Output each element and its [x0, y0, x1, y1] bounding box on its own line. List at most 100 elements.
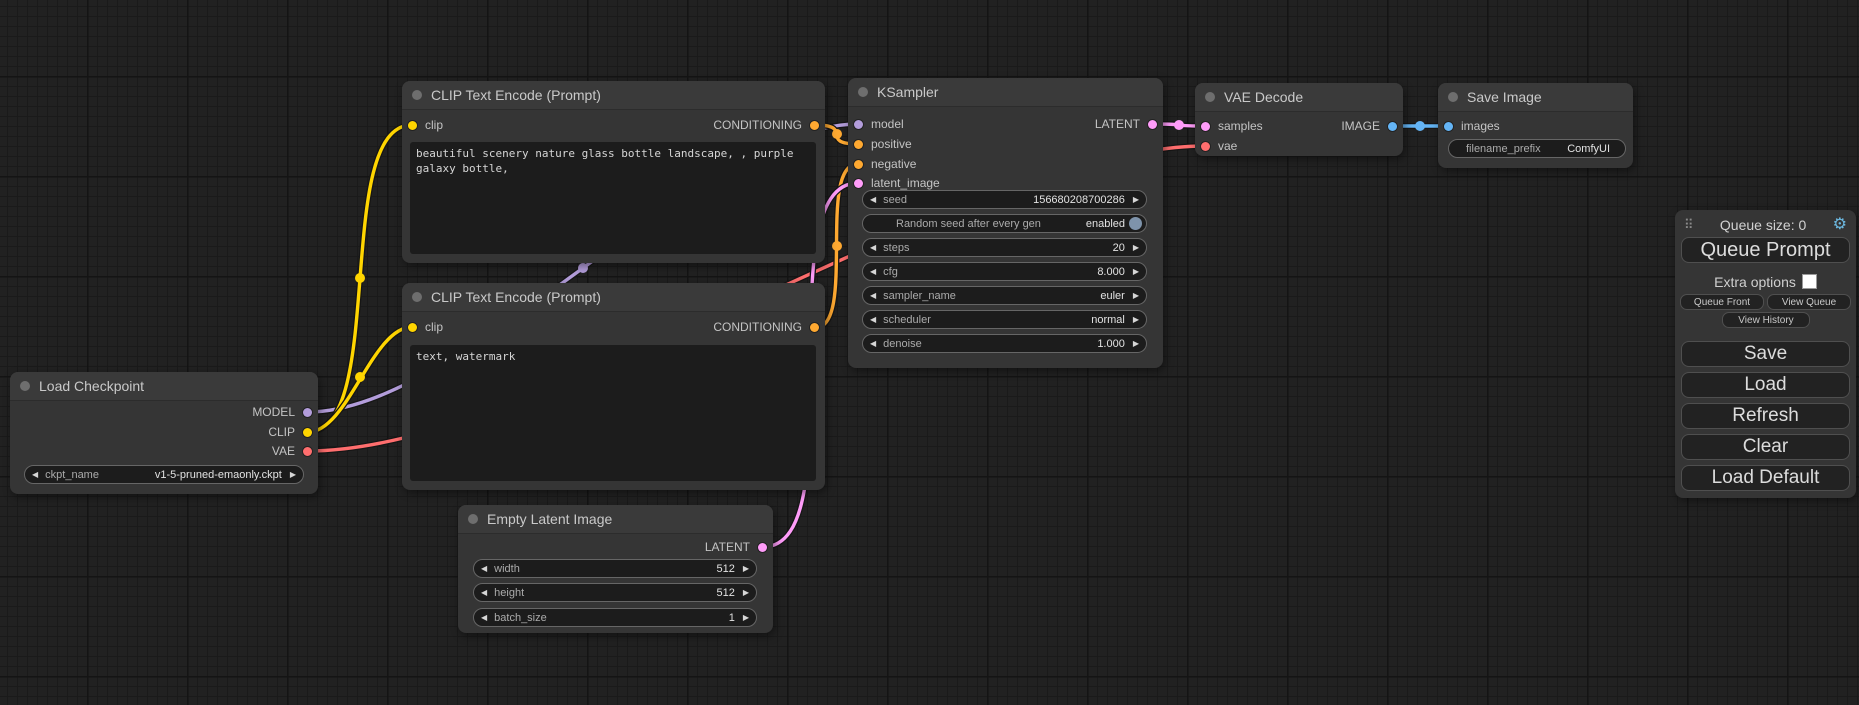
queue-front-button[interactable]: Queue Front	[1680, 294, 1764, 310]
increment-icon[interactable]: ▶	[1133, 316, 1139, 324]
node-clip-text-encode-negative[interactable]: CLIP Text Encode (Prompt) clip CONDITION…	[402, 283, 825, 490]
increment-icon[interactable]: ▶	[290, 471, 296, 479]
node-title-bar[interactable]: CLIP Text Encode (Prompt)	[402, 81, 825, 110]
node-save-image[interactable]: Save Image images filename_prefix ComfyU…	[1438, 83, 1633, 168]
conditioning-port-icon[interactable]	[810, 121, 819, 130]
latent-port-icon[interactable]	[758, 543, 767, 552]
cfg-widget[interactable]: ◀ cfg 8.000 ▶	[862, 262, 1147, 281]
batch-size-widget[interactable]: ◀ batch_size 1 ▶	[473, 608, 757, 627]
node-title-bar[interactable]: CLIP Text Encode (Prompt)	[402, 283, 825, 312]
input-clip[interactable]: clip	[408, 317, 443, 337]
random-seed-widget[interactable]: Random seed after every gen enabled	[862, 214, 1147, 233]
decrement-icon[interactable]: ◀	[870, 340, 876, 348]
decrement-icon[interactable]: ◀	[481, 565, 487, 573]
node-title-bar[interactable]: Save Image	[1438, 83, 1633, 112]
drag-handle-icon[interactable]: ⠿	[1684, 217, 1694, 233]
settings-gear-icon[interactable]: ⚙	[1833, 217, 1847, 233]
input-vae[interactable]: vae	[1201, 136, 1237, 156]
collapse-dot-icon[interactable]	[412, 90, 422, 100]
steps-widget[interactable]: ◀ steps 20 ▶	[862, 238, 1147, 257]
output-latent[interactable]: LATENT	[705, 537, 767, 557]
decrement-icon[interactable]: ◀	[32, 471, 38, 479]
input-images[interactable]: images	[1444, 116, 1500, 136]
refresh-button[interactable]: Refresh	[1681, 403, 1850, 429]
collapse-dot-icon[interactable]	[1448, 92, 1458, 102]
collapse-dot-icon[interactable]	[412, 292, 422, 302]
input-positive[interactable]: positive	[854, 134, 912, 154]
decrement-icon[interactable]: ◀	[870, 292, 876, 300]
input-model[interactable]: model	[854, 114, 904, 134]
latent-port-icon[interactable]	[1148, 120, 1157, 129]
positive-prompt-textarea[interactable]: beautiful scenery nature glass bottle la…	[410, 142, 816, 254]
increment-icon[interactable]: ▶	[1133, 244, 1139, 252]
seed-widget[interactable]: ◀ seed 156680208700286 ▶	[862, 190, 1147, 209]
input-samples[interactable]: samples	[1201, 116, 1263, 136]
height-widget[interactable]: ◀ height 512 ▶	[473, 583, 757, 602]
clip-port-icon[interactable]	[303, 428, 312, 437]
node-title-bar[interactable]: Empty Latent Image	[458, 505, 773, 534]
input-clip[interactable]: clip	[408, 115, 443, 135]
image-port-icon[interactable]	[1444, 122, 1453, 131]
increment-icon[interactable]: ▶	[1133, 292, 1139, 300]
increment-icon[interactable]: ▶	[1133, 268, 1139, 276]
output-clip[interactable]: CLIP	[268, 422, 312, 442]
node-empty-latent-image[interactable]: Empty Latent Image LATENT ◀ width 512 ▶ …	[458, 505, 773, 633]
output-conditioning[interactable]: CONDITIONING	[713, 115, 819, 135]
collapse-dot-icon[interactable]	[468, 514, 478, 524]
latent-port-icon[interactable]	[854, 179, 863, 188]
decrement-icon[interactable]: ◀	[481, 589, 487, 597]
node-vae-decode[interactable]: VAE Decode samples vae IMAGE	[1195, 83, 1403, 156]
output-latent[interactable]: LATENT	[1095, 114, 1157, 134]
decrement-icon[interactable]: ◀	[870, 196, 876, 204]
queue-prompt-button[interactable]: Queue Prompt	[1681, 237, 1850, 263]
collapse-dot-icon[interactable]	[1205, 92, 1215, 102]
model-port-icon[interactable]	[854, 120, 863, 129]
clip-port-icon[interactable]	[408, 121, 417, 130]
latent-port-icon[interactable]	[1201, 122, 1210, 131]
output-image[interactable]: IMAGE	[1341, 116, 1397, 136]
vae-port-icon[interactable]	[303, 447, 312, 456]
node-load-checkpoint[interactable]: Load Checkpoint MODEL CLIP VAE ◀ ckpt_na…	[10, 372, 318, 494]
conditioning-port-icon[interactable]	[854, 160, 863, 169]
input-negative[interactable]: negative	[854, 154, 916, 174]
node-title-bar[interactable]: VAE Decode	[1195, 83, 1403, 112]
toggle-icon[interactable]	[1129, 217, 1142, 230]
width-widget[interactable]: ◀ width 512 ▶	[473, 559, 757, 578]
view-history-button[interactable]: View History	[1722, 312, 1810, 328]
increment-icon[interactable]: ▶	[743, 589, 749, 597]
node-title-bar[interactable]: Load Checkpoint	[10, 372, 318, 401]
denoise-widget[interactable]: ◀ denoise 1.000 ▶	[862, 334, 1147, 353]
collapse-dot-icon[interactable]	[20, 381, 30, 391]
decrement-icon[interactable]: ◀	[870, 268, 876, 276]
decrement-icon[interactable]: ◀	[870, 316, 876, 324]
node-title-bar[interactable]: KSampler	[848, 78, 1163, 107]
extra-options-checkbox[interactable]	[1802, 274, 1817, 289]
filename-prefix-widget[interactable]: filename_prefix ComfyUI	[1448, 139, 1626, 158]
model-port-icon[interactable]	[303, 408, 312, 417]
increment-icon[interactable]: ▶	[1133, 196, 1139, 204]
conditioning-port-icon[interactable]	[854, 140, 863, 149]
node-graph-canvas[interactable]: Load Checkpoint MODEL CLIP VAE ◀ ckpt_na…	[0, 0, 1859, 705]
clear-button[interactable]: Clear	[1681, 434, 1850, 460]
save-button[interactable]: Save	[1681, 341, 1850, 367]
output-vae[interactable]: VAE	[272, 441, 312, 461]
increment-icon[interactable]: ▶	[743, 565, 749, 573]
sampler-name-widget[interactable]: ◀ sampler_name euler ▶	[862, 286, 1147, 305]
scheduler-widget[interactable]: ◀ scheduler normal ▶	[862, 310, 1147, 329]
load-default-button[interactable]: Load Default	[1681, 465, 1850, 491]
clip-port-icon[interactable]	[408, 323, 417, 332]
increment-icon[interactable]: ▶	[1133, 340, 1139, 348]
vae-port-icon[interactable]	[1201, 142, 1210, 151]
node-clip-text-encode-positive[interactable]: CLIP Text Encode (Prompt) clip CONDITION…	[402, 81, 825, 263]
conditioning-port-icon[interactable]	[810, 323, 819, 332]
decrement-icon[interactable]: ◀	[481, 614, 487, 622]
decrement-icon[interactable]: ◀	[870, 244, 876, 252]
output-model[interactable]: MODEL	[252, 402, 312, 422]
collapse-dot-icon[interactable]	[858, 87, 868, 97]
negative-prompt-textarea[interactable]: text, watermark	[410, 345, 816, 481]
load-button[interactable]: Load	[1681, 372, 1850, 398]
increment-icon[interactable]: ▶	[743, 614, 749, 622]
ckpt-name-widget[interactable]: ◀ ckpt_name v1-5-pruned-emaonly.ckpt ▶	[24, 465, 304, 484]
node-ksampler[interactable]: KSampler model positive negative latent_…	[848, 78, 1163, 368]
view-queue-button[interactable]: View Queue	[1767, 294, 1851, 310]
